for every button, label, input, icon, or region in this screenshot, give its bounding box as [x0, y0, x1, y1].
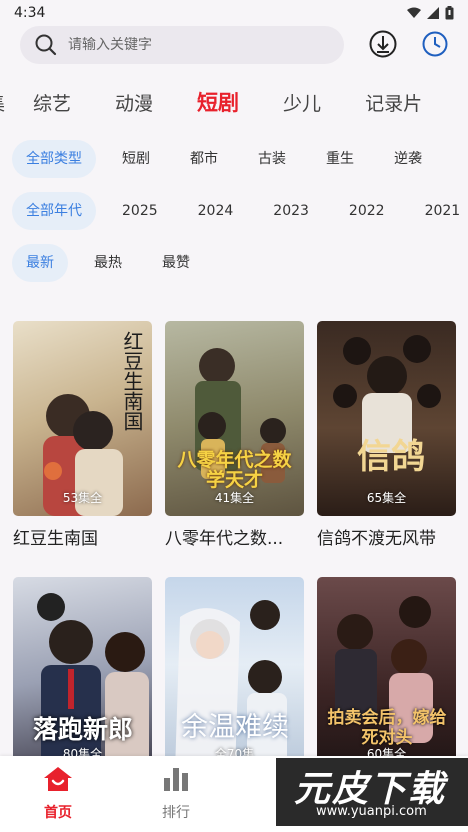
poster-image: 拍卖会后，嫁给死对头 60集全	[317, 577, 456, 772]
bottom-nav-home[interactable]: 首页	[28, 766, 88, 822]
filter-type-all[interactable]: 全部类型	[12, 140, 96, 178]
tab-variety[interactable]: 综艺	[33, 89, 71, 116]
poster-image: 八零年代之数学天才 41集全	[165, 321, 304, 516]
filter-type-chip[interactable]: 重生	[312, 140, 368, 178]
drama-title: 八零年代之数...	[165, 529, 284, 549]
bottom-nav-label: 首页	[44, 805, 72, 821]
wifi-icon	[407, 7, 421, 18]
sort-most-liked[interactable]: 最赞	[148, 244, 204, 282]
filter-type-chip[interactable]: 逆袭	[380, 140, 436, 178]
search-box[interactable]	[20, 26, 344, 64]
filter-sort-row: 最新 最热 最赞	[12, 244, 216, 282]
drama-card[interactable]: 余温难续 全70集	[165, 577, 304, 780]
search-icon	[35, 34, 57, 56]
search-input[interactable]	[68, 37, 318, 53]
drama-card[interactable]: 落跑新郎 80集全	[13, 577, 152, 780]
battery-icon	[445, 6, 454, 20]
episode-count: 53集全	[62, 491, 103, 505]
filter-type-chip[interactable]: 短剧	[108, 140, 164, 178]
clock-icon	[422, 31, 448, 57]
watermark-url: www.yuanpi.com	[316, 804, 427, 819]
episode-count: 65集全	[366, 491, 407, 505]
bottom-nav-ranking[interactable]: 排行	[146, 766, 206, 822]
filter-type-chip[interactable]: 古装	[244, 140, 300, 178]
bottom-nav: 首页 排行 推 元皮下载 www.yuanpi.com	[0, 756, 468, 832]
poster-title-art: 八零年代之数学天才	[177, 449, 292, 491]
filter-year-chip[interactable]: 2024	[184, 192, 248, 230]
tab-documentary[interactable]: 记录片	[365, 89, 422, 116]
drama-card[interactable]: 拍卖会后，嫁给死对头 60集全	[317, 577, 456, 780]
poster-title-art: 拍卖会后，嫁给死对头	[327, 708, 447, 748]
tab-partial[interactable]: 集	[0, 89, 5, 116]
search-row	[0, 26, 468, 66]
drama-card[interactable]: 红豆生南国 53集全 红豆生南国	[13, 321, 152, 549]
sort-newest[interactable]: 最新	[12, 244, 68, 282]
download-button[interactable]	[367, 28, 399, 60]
tab-anime[interactable]: 动漫	[115, 89, 153, 116]
bottom-nav-label: 排行	[162, 805, 190, 821]
poster-title-art: 红豆生南国	[120, 331, 144, 431]
site-watermark: 元皮下载 www.yuanpi.com	[276, 758, 468, 826]
filter-year-row: 全部年代 2025 2024 2023 2022 2021	[12, 192, 468, 230]
drama-title: 信鸽不渡无风带	[317, 529, 436, 549]
home-icon	[44, 767, 72, 791]
episode-count: 41集全	[214, 491, 255, 505]
status-icons	[407, 6, 454, 20]
history-button[interactable]	[419, 28, 451, 60]
poster-image: 落跑新郎 80集全	[13, 577, 152, 772]
tab-short-drama[interactable]: 短剧	[197, 87, 239, 117]
poster-image: 红豆生南国 53集全	[13, 321, 152, 516]
category-tabs: 集 综艺 动漫 短剧 少儿 记录片	[0, 82, 466, 122]
poster-image: 余温难续 全70集	[165, 577, 304, 772]
filter-year-chip[interactable]: 2021	[411, 192, 468, 230]
filter-type-chip[interactable]: 都市	[176, 140, 232, 178]
poster-title-art: 余温难续	[181, 712, 289, 743]
poster-title-art: 信鸽	[357, 437, 425, 477]
ranking-icon	[164, 768, 188, 791]
drama-title: 红豆生南国	[13, 529, 98, 549]
filter-year-chip[interactable]: 2022	[335, 192, 399, 230]
tab-kids[interactable]: 少儿	[283, 89, 321, 116]
poster-image: 信鸽 65集全	[317, 321, 456, 516]
download-icon	[369, 30, 397, 58]
poster-art	[333, 335, 441, 453]
filter-year-chip[interactable]: 2025	[108, 192, 172, 230]
filter-type-row: 全部类型 短剧 都市 古装 重生 逆袭	[12, 140, 448, 178]
filter-year-chip[interactable]: 2023	[259, 192, 323, 230]
drama-card[interactable]: 信鸽 65集全 信鸽不渡无风带	[317, 321, 456, 549]
drama-card[interactable]: 八零年代之数学天才 41集全 八零年代之数...	[165, 321, 304, 549]
sort-hottest[interactable]: 最热	[80, 244, 136, 282]
status-bar: 4:34	[0, 0, 468, 26]
signal-icon	[427, 7, 439, 19]
status-time: 4:34	[14, 5, 46, 21]
poster-title-art: 落跑新郎	[32, 715, 133, 744]
filter-year-all[interactable]: 全部年代	[12, 192, 96, 230]
